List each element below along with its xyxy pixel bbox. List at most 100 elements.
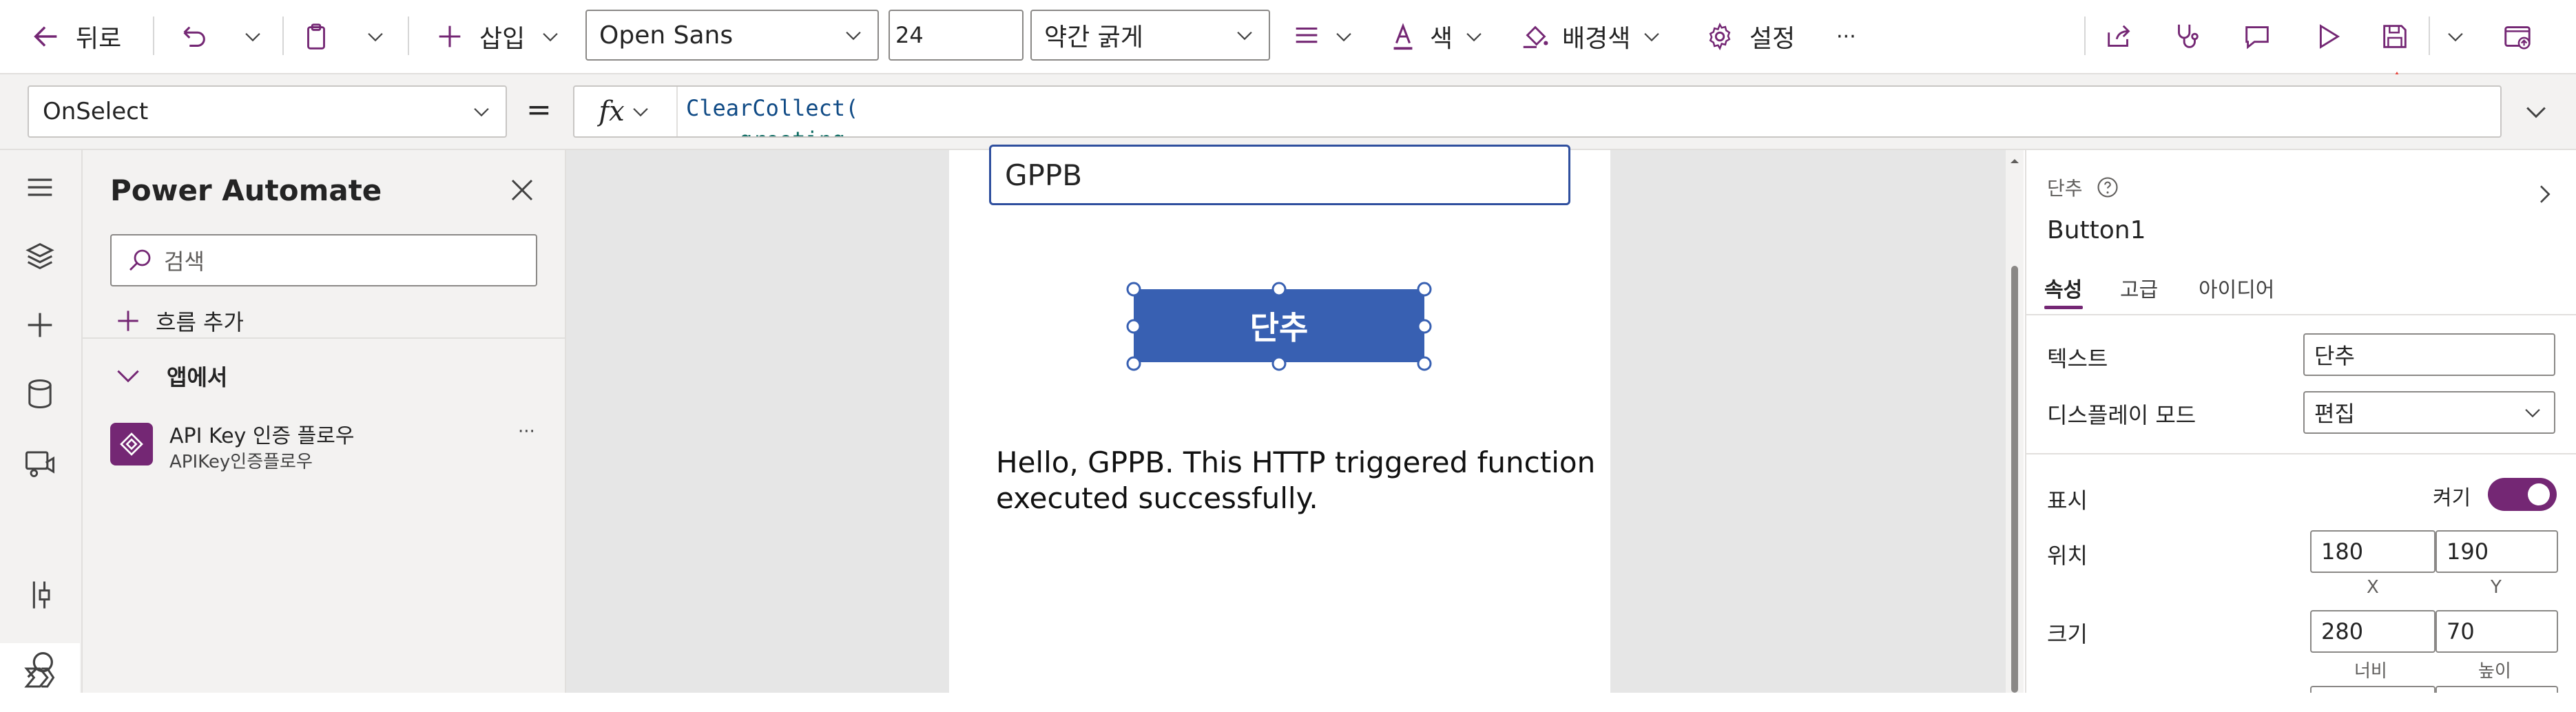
display-mode-select[interactable]: 편집 <box>2303 391 2555 434</box>
separator <box>282 17 284 55</box>
font-size-input[interactable]: 24 <box>889 10 1024 61</box>
tab-properties[interactable]: 속성 <box>2044 273 2082 303</box>
control-name: Button1 <box>2047 216 2146 244</box>
scrollbar-thumb[interactable] <box>2011 266 2018 693</box>
paint-bucket-icon <box>1523 25 1548 48</box>
gear-icon <box>1709 22 1731 51</box>
formula-input[interactable]: fx ClearCollect( greeting, <box>573 85 2502 138</box>
hamburger-menu-icon[interactable] <box>22 169 58 205</box>
database-icon[interactable] <box>22 376 58 412</box>
display-mode-label: 디스플레이 모드 <box>2047 402 2196 428</box>
publish-button[interactable] <box>2502 0 2533 73</box>
text-label: 텍스트 <box>2047 346 2108 372</box>
search-icon[interactable] <box>22 647 58 683</box>
y-value: 190 <box>2447 538 2489 565</box>
paste-dropdown[interactable] <box>364 0 387 73</box>
media-icon[interactable] <box>22 445 58 481</box>
back-button[interactable]: 뒤로 <box>30 0 121 73</box>
tree-view-icon[interactable] <box>22 238 58 274</box>
undo-icon <box>183 26 205 47</box>
chevron-down-icon <box>368 32 383 42</box>
save-button[interactable] <box>2379 0 2411 73</box>
name-text-input[interactable]: GPPB <box>989 145 1570 205</box>
flow-icon <box>110 423 153 465</box>
property-select[interactable]: OnSelect <box>28 85 507 138</box>
y-input[interactable]: 190 <box>2435 530 2558 573</box>
more-button[interactable]: ··· <box>1836 0 1856 73</box>
flow-more-button[interactable]: ··· <box>518 421 535 442</box>
font-size-value: 24 <box>895 22 924 48</box>
y-sublabel: Y <box>2491 577 2502 598</box>
size-label: 크기 <box>2047 621 2088 647</box>
insert-button[interactable]: 삽입 <box>434 0 562 73</box>
divider <box>83 337 565 339</box>
list-item[interactable]: API Key 인증 플로우 APIKey인증플로우 ··· <box>110 416 551 482</box>
chevron-down-icon <box>2448 32 2463 42</box>
divider <box>2026 453 2576 454</box>
tab-advanced[interactable]: 고급 <box>2120 273 2158 303</box>
expand-formula-button[interactable] <box>2509 85 2564 138</box>
more-icon: ··· <box>1836 24 1856 49</box>
separator <box>2429 17 2430 55</box>
height-value: 70 <box>2447 618 2475 645</box>
fx-button[interactable]: fx <box>574 87 678 136</box>
height-input[interactable]: 70 <box>2435 610 2558 653</box>
width-input[interactable]: 280 <box>2310 610 2435 653</box>
share-button[interactable] <box>2104 0 2135 73</box>
preview-button[interactable] <box>2312 0 2343 73</box>
add-flow-button[interactable]: 흐름 추가 <box>113 300 244 342</box>
font-weight-select[interactable]: 약간 굵게 <box>1030 10 1270 61</box>
formula-bar: OnSelect = fx ClearCollect( greeting, <box>0 74 2576 150</box>
section-label: 앱에서 <box>167 364 228 390</box>
color-button[interactable]: 색 <box>1387 0 1486 73</box>
formula-line-2: greeting, <box>686 124 858 136</box>
settings-label: 설정 <box>1749 25 1796 53</box>
flow-name: API Key 인증 플로우 <box>169 424 355 448</box>
tools-icon[interactable] <box>22 577 58 613</box>
equals-sign: = <box>526 92 552 127</box>
result-line-1: Hello, GPPB. This HTTP triggered functio… <box>996 446 1596 479</box>
chevron-down-icon <box>245 32 260 42</box>
x-value: 180 <box>2321 538 2364 565</box>
close-icon[interactable] <box>506 174 539 207</box>
scroll-up-icon[interactable] <box>2009 156 2020 167</box>
width-sublabel: 너비 <box>2354 661 2387 682</box>
font-family-value: Open Sans <box>599 21 734 50</box>
text-input[interactable]: 단추 <box>2303 333 2555 376</box>
help-icon[interactable] <box>2095 175 2120 200</box>
align-button[interactable] <box>1291 0 1355 73</box>
left-rail <box>0 150 83 712</box>
search-input[interactable]: 검색 <box>110 234 537 286</box>
x-input[interactable]: 180 <box>2310 530 2435 573</box>
search-placeholder: 검색 <box>164 249 205 275</box>
clipboard-icon <box>307 23 325 50</box>
app-checker-button[interactable] <box>2171 0 2203 73</box>
control-type: 단추 <box>2047 174 2120 201</box>
section-toggle[interactable]: 앱에서 <box>113 355 227 397</box>
comments-button[interactable] <box>2241 0 2273 73</box>
insert-plus-icon[interactable] <box>22 307 58 343</box>
result-line-2: executed successfully. <box>996 481 1318 515</box>
settings-button[interactable]: 설정 <box>1704 0 1795 73</box>
undo-button[interactable] <box>178 0 209 73</box>
save-dropdown[interactable] <box>2444 0 2467 73</box>
chevron-down-icon <box>2526 107 2546 118</box>
power-automate-pane: Power Automate 검색 흐름 추가 앱에서 API Key 인증 플… <box>83 150 566 693</box>
font-family-select[interactable]: Open Sans <box>585 10 879 61</box>
next-input-partial <box>2310 686 2435 693</box>
align-icon <box>1296 27 1318 43</box>
fill-button[interactable]: 배경색 <box>1519 0 1663 73</box>
visible-toggle[interactable] <box>2488 478 2557 511</box>
textbox-value: GPPB <box>1005 158 1083 192</box>
canvas-scrollbar[interactable] <box>2006 150 2024 693</box>
tab-ideas[interactable]: 아이디어 <box>2199 273 2274 303</box>
color-label: 색 <box>1430 25 1453 53</box>
plus-icon <box>439 25 461 48</box>
chevron-right-icon[interactable] <box>2531 180 2558 208</box>
text-color-icon <box>1393 23 1413 50</box>
plus-icon <box>118 311 138 331</box>
comment-icon <box>2245 26 2269 50</box>
chevron-down-icon <box>1237 31 1252 41</box>
paste-button[interactable] <box>300 0 332 73</box>
undo-dropdown[interactable] <box>241 0 264 73</box>
